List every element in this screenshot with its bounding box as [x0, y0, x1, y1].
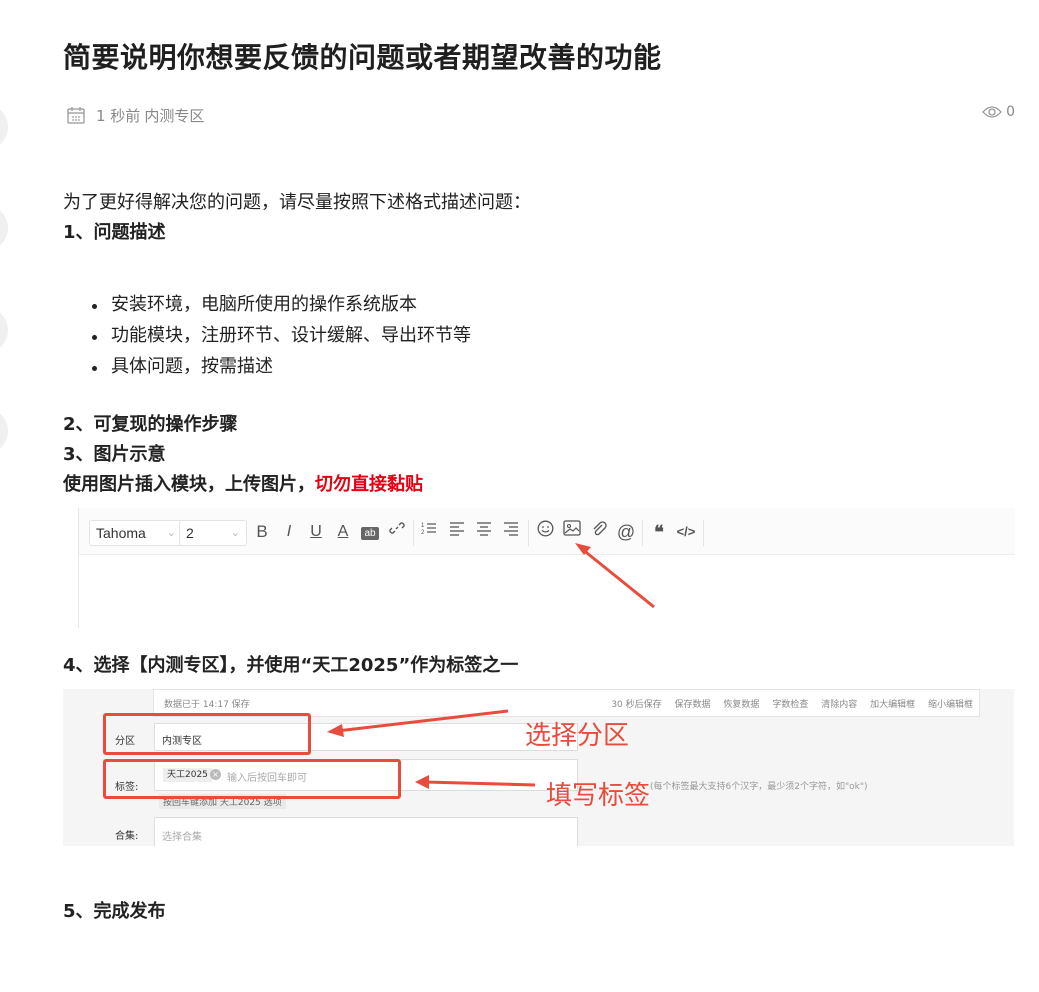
- red-arrow: [575, 543, 655, 609]
- post-body: 为了更好得解决您的问题，请尽量按照下述格式描述问题： 1、问题描述 安装环境，电…: [63, 188, 1013, 500]
- list-item: 功能模块，注册环节、设计缓解、导出环节等: [92, 321, 1013, 352]
- step-3: 3、图片示意: [63, 444, 166, 465]
- annotation-tag: 填写标签: [546, 781, 651, 811]
- step-2: 2、可复现的操作步骤: [63, 414, 238, 435]
- side-avatar: [0, 205, 8, 251]
- annotation-zone: 选择分区: [525, 721, 630, 751]
- paste-warning: 切勿直接黏贴: [315, 474, 423, 495]
- side-avatar: [0, 408, 8, 454]
- view-count: 0: [982, 104, 1015, 120]
- post-time: 1 秒前: [96, 106, 141, 125]
- page-title: 简要说明你想要反馈的问题或者期望改善的功能: [63, 41, 662, 74]
- list-item: 具体问题，按需描述: [92, 352, 1013, 383]
- annotation-arrows: [327, 709, 536, 789]
- view-count-value: 0: [1006, 104, 1015, 120]
- side-avatar: [0, 104, 8, 150]
- step-3-note: 使用图片插入模块，上传图片，切勿直接黏贴: [63, 474, 423, 495]
- bullet-list: 安装环境，电脑所使用的操作系统版本 功能模块，注册环节、设计缓解、导出环节等 具…: [63, 290, 1013, 383]
- step-5: 5、完成发布: [63, 901, 166, 922]
- step-1: 1、问题描述: [63, 222, 166, 243]
- calendar-icon: [67, 107, 85, 124]
- publish-form-screenshot: 数据已于 14:17 保存 30 秒后保存 保存数据 恢复数据 字数检查 清除内…: [63, 689, 1014, 846]
- step-4: 4、选择【内测专区】，并使用“天工2025”作为标签之一: [63, 655, 519, 676]
- intro-text: 为了更好得解决您的问题，请尽量按照下述格式描述问题：: [63, 192, 531, 213]
- editor-toolbar-screenshot: Tahoma ⌄ 2 ⌄ B I U A ab 12 @ ❝ </>: [78, 508, 1015, 628]
- post-meta: 1 秒前 内测专区: [66, 104, 204, 126]
- post-zone-link[interactable]: 内测专区: [144, 105, 204, 126]
- side-avatar: [0, 307, 8, 353]
- list-item: 安装环境，电脑所使用的操作系统版本: [92, 290, 1013, 321]
- eye-icon: [982, 106, 1002, 118]
